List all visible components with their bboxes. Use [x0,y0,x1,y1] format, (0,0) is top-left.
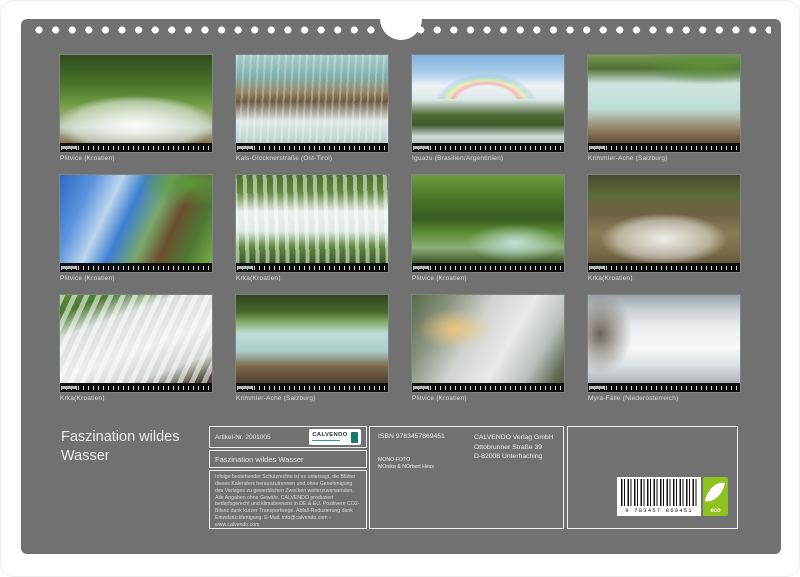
calvendo-logo-text-column: CALVENDO [312,433,347,441]
product-title-box: Faszination wildes Wasser [209,450,367,468]
isbn-number: ISBN 9783457869451 [378,433,464,440]
mini-date-strip [60,143,212,152]
waterfall-photo [60,55,212,152]
mini-date-strip [412,143,564,152]
photographer-brand: MONO-FOTO [378,457,464,464]
barcode-digits: 9 783457 869451 [621,506,697,516]
calendar-product-image: Plitvice (Kroatien) Kals-Glocknerstraße … [0,0,800,577]
photo-caption: Kals-Glocknerstraße (Ost-Tirol) [236,155,388,162]
waterfall-photo [412,295,564,392]
calvendo-logo-tagline-line [312,440,340,442]
mini-date-strip [588,383,740,392]
mini-date-strip [236,263,388,272]
mini-date-strip [60,263,212,272]
article-number: Artikel-Nr. 2001005 [215,434,271,441]
mini-date-strip [412,383,564,392]
waterfall-photo [236,175,388,272]
waterfall-photo [588,55,740,152]
calvendo-logo-wordmark: CALVENDO [312,433,347,439]
calendar-thumbnail: Krimmler-Ache (Salzburg) [236,295,388,402]
photographer-names: MOnika & NOrbert Hess [378,464,464,471]
calvendo-logo: CALVENDO [309,429,361,445]
isbn-column: ISBN 9783457869451 MONO-FOTO MOnika & NO… [378,433,464,522]
hanger-notch [380,0,422,40]
calendar-thumbnail: Plitvice (Kroatien) [60,55,212,162]
photo-caption: Krimmler-Ache (Salzburg) [236,395,388,402]
waterfall-photo [60,175,212,272]
photo-caption: Myra-Fälle (Niederösterreich) [588,395,740,402]
photo-caption: Plitvice (Kroatien) [60,275,212,282]
photo-caption: Krka(Kroatien) [588,275,740,282]
calendar-thumbnail: Krimmler-Ache (Salzburg) [588,55,740,162]
photo-caption: Plitvice (Kroatien) [60,155,212,162]
calendar-thumbnail: Kals-Glocknerstraße (Ost-Tirol) [236,55,388,162]
thumbnail-grid: Plitvice (Kroatien) Kals-Glocknerstraße … [60,55,740,415]
mini-date-strip [412,263,564,272]
waterfall-photo [236,295,388,392]
mini-date-strip [236,383,388,392]
waterfall-photo [588,175,740,272]
eco-logo: eco [703,477,728,516]
waterfall-photo [588,295,740,392]
photo-caption: Plitvice (Kroatien) [412,275,564,282]
barcode-bars [621,479,697,506]
info-left-column: Artikel-Nr. 2001005 CALVENDO Faszination… [209,426,367,531]
mini-date-strip [588,143,740,152]
publisher-city: D-82008 Unterhaching [474,452,554,462]
photo-caption: Krka(Kroatien) [60,395,212,402]
photo-caption: Plitvice (Kroatien) [412,395,564,402]
waterfall-photo [236,55,388,152]
calendar-back-cover: Plitvice (Kroatien) Kals-Glocknerstraße … [21,19,781,554]
legal-text-box: Infolge bestehender Schutzrechte ist es … [209,470,367,529]
barcode-box: 9 783457 869451 eco [567,426,738,529]
eco-label: eco [703,507,728,515]
calendar-thumbnail: Plitvice (Kroatien) [60,175,212,282]
leaf-icon [705,480,725,505]
mini-date-strip [236,143,388,152]
legal-text: Infolge bestehender Schutzrechte ist es … [215,474,359,528]
waterfall-photo [412,175,564,272]
publisher-address: CALVENDO Verlag GmbH Ottobrunner Straße … [474,433,554,522]
photographer-credit: MONO-FOTO MOnika & NOrbert Hess [378,457,464,472]
publisher-info-box: ISBN 9783457869451 MONO-FOTO MOnika & NO… [369,426,564,529]
mini-date-strip [60,383,212,392]
thumbnail-row: Krka(Kroatien) Krimmler-Ache (Salzburg) … [60,295,740,402]
waterfall-photo [412,55,564,152]
calendar-thumbnail: Krka(Kroatien) [588,175,740,282]
calendar-thumbnail: Plitvice (Kroatien) [412,175,564,282]
calendar-thumbnail: Krka(Kroatien) [60,295,212,402]
calvendo-book-icon [351,432,358,443]
calendar-thumbnail: Iguazu (Brasilien/Argentinien) [412,55,564,162]
calendar-thumbnail: Plitvice (Kroatien) [412,295,564,402]
publisher-street: Ottobrunner Straße 39 [474,443,554,453]
publisher-name: CALVENDO Verlag GmbH [474,433,554,443]
photo-caption: Krimmler-Ache (Salzburg) [588,155,740,162]
photo-caption: Krka(Kroatien) [236,275,388,282]
product-title: Faszination wildes Wasser [215,455,304,464]
mini-date-strip [588,263,740,272]
photo-caption: Iguazu (Brasilien/Argentinien) [412,155,564,162]
article-number-box: Artikel-Nr. 2001005 CALVENDO [209,426,367,448]
ean-barcode: 9 783457 869451 [617,477,701,516]
thumbnail-row: Plitvice (Kroatien) Kals-Glocknerstraße … [60,55,740,162]
thumbnail-row: Plitvice (Kroatien) Krka(Kroatien) Plitv… [60,175,740,282]
waterfall-photo [60,295,212,392]
calendar-title: Faszination wildes Wasser [61,428,206,466]
calendar-thumbnail: Krka(Kroatien) [236,175,388,282]
calendar-thumbnail: Myra-Fälle (Niederösterreich) [588,295,740,402]
